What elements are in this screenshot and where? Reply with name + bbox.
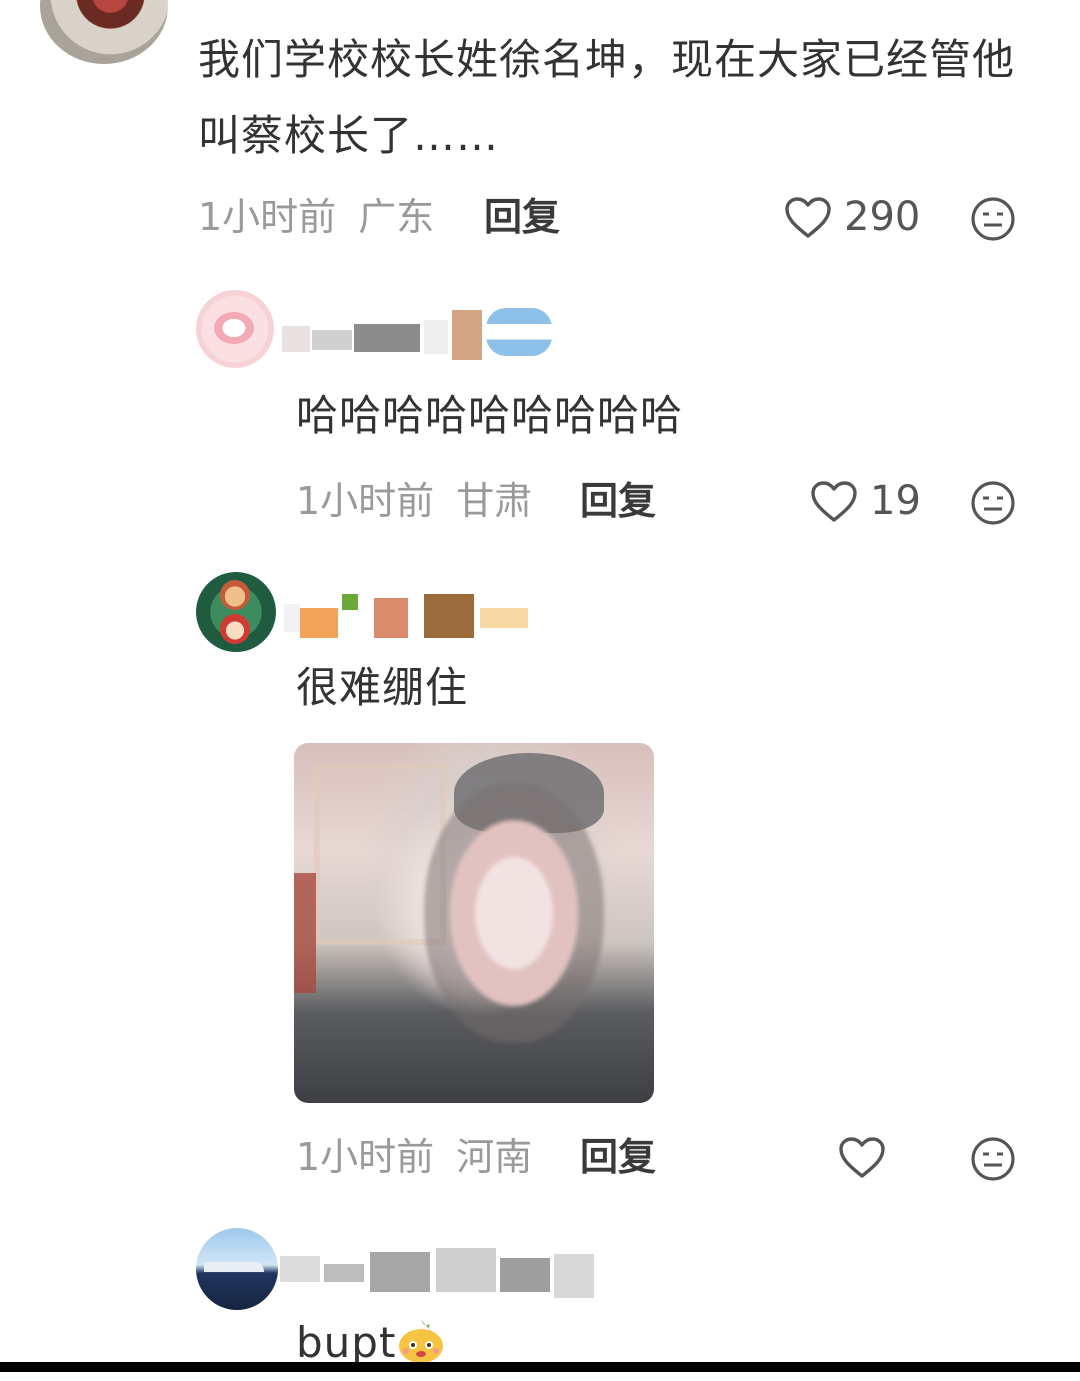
comment-text: 我们学校校长姓徐名坤，现在大家已经管他叫蔡校长了…… xyxy=(198,35,1016,160)
comment-location: 甘肃 xyxy=(456,479,533,523)
neutral-face-icon[interactable] xyxy=(970,196,1016,242)
comment-meta: 1小时前 广东 xyxy=(198,192,434,242)
image-detail xyxy=(294,873,316,993)
heart-icon[interactable] xyxy=(838,1136,886,1180)
username-blurred[interactable] xyxy=(282,308,552,360)
reply-button[interactable]: 回复 xyxy=(580,1132,656,1182)
comment-location: 河南 xyxy=(456,1135,533,1179)
like-count: 290 xyxy=(844,194,921,240)
avatar[interactable] xyxy=(196,290,274,368)
heart-icon[interactable] xyxy=(810,480,858,524)
comment-image[interactable] xyxy=(294,743,654,1103)
heart-icon[interactable] xyxy=(784,196,832,240)
emoji-sticker-icon xyxy=(396,1318,446,1364)
reply-button[interactable]: 回复 xyxy=(484,192,560,242)
image-detail xyxy=(424,783,604,1043)
like-count: 19 xyxy=(870,478,921,524)
username-blurred[interactable] xyxy=(284,594,544,640)
bottom-edge-bar xyxy=(0,1362,1080,1372)
username-blurred[interactable] xyxy=(280,1248,596,1298)
comment-time: 1小时前 xyxy=(296,1135,435,1179)
avatar[interactable] xyxy=(196,572,276,652)
avatar[interactable] xyxy=(196,1228,278,1310)
avatar[interactable] xyxy=(40,0,168,64)
neutral-face-icon[interactable] xyxy=(970,1136,1016,1182)
comment-time: 1小时前 xyxy=(296,479,435,523)
neutral-face-icon[interactable] xyxy=(970,480,1016,526)
reply-button[interactable]: 回复 xyxy=(580,476,656,526)
comment-meta: 1小时前 甘肃 xyxy=(296,476,532,526)
comment-meta: 1小时前 河南 xyxy=(296,1132,532,1182)
comment-text: 哈哈哈哈哈哈哈哈哈 xyxy=(296,391,684,440)
comment-time: 1小时前 xyxy=(198,195,337,239)
comment-location: 广东 xyxy=(358,195,435,239)
comment-text: 很难绷住 xyxy=(296,663,469,712)
